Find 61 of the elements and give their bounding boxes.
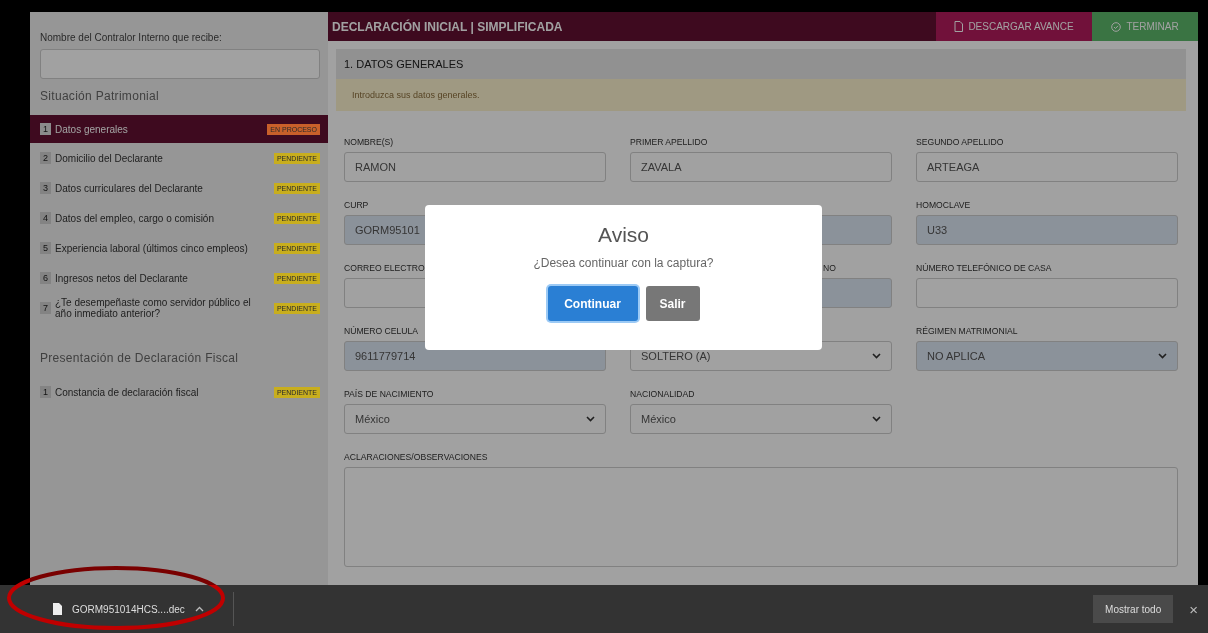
field-label: RÉGIMEN MATRIMONIAL (916, 326, 1018, 338)
step-label: Datos curriculares del Declarante (55, 182, 204, 194)
document-icon (954, 21, 964, 32)
caret-icon (194, 606, 204, 612)
step-label: Datos del empleo, cargo o comisión (55, 212, 215, 224)
input-field[interactable] (916, 278, 1178, 308)
select-field[interactable]: México (630, 404, 892, 434)
download-item[interactable]: GORM951014HCS....dec (53, 603, 233, 615)
textarea-field[interactable] (344, 467, 1178, 567)
step-number: 1 (40, 386, 51, 398)
receiver-input[interactable] (40, 49, 320, 79)
input-field[interactable]: RAMON (344, 152, 606, 182)
file-icon (53, 603, 62, 615)
step-number: 3 (40, 182, 51, 194)
field-label: CURP (344, 200, 369, 212)
download-button[interactable]: DESCARGAR AVANCE (936, 12, 1092, 41)
step-label: Constancia de declaración fiscal (55, 386, 200, 398)
chevron-icon (872, 416, 881, 422)
field-label: CORREO ELECTRO (344, 263, 425, 275)
show-all-button[interactable]: Mostrar todo (1093, 595, 1174, 623)
dialog-message: ¿Desea continuar con la captura? (533, 256, 714, 270)
step-label: Experiencia laboral (últimos cinco empleos) (55, 242, 249, 254)
receiver-label: Nombre del Contralor Interno que recibe: (40, 32, 223, 43)
close-button[interactable]: × (1183, 599, 1204, 619)
select-field[interactable]: México (344, 404, 606, 434)
continue-button[interactable]: Continuar (547, 286, 638, 321)
step-label: ¿Te desempeñaste como servidor público el año inmediato anterior? (55, 297, 252, 319)
step-label: Domicilio del Declarante (55, 152, 164, 164)
select-field[interactable]: NO APLICA (916, 341, 1178, 371)
exit-button[interactable]: Salir (645, 286, 700, 321)
field-label: NÚMERO CELULA (344, 326, 419, 338)
input-field[interactable]: ARTEAGA (916, 152, 1178, 182)
input-field[interactable]: ZAVALA (630, 152, 892, 182)
section-title: 1. DATOS GENERALES (344, 58, 464, 70)
step-number: 2 (40, 152, 51, 164)
step-label: Ingresos netos del Declarante (55, 272, 189, 284)
step-label: Datos generales (55, 123, 129, 135)
form-title: DECLARACIÓN INICIAL | SIMPLIFICADA (331, 19, 563, 34)
field-label: NÚMERO TELEFÓNICO DE CASA (916, 263, 1052, 275)
chevron-icon (1158, 353, 1167, 359)
field-label: HOMOCLAVE (916, 200, 971, 212)
field-label: NOMBRE(S) (344, 137, 394, 149)
chevron-icon (586, 416, 595, 422)
field-label: NO (823, 263, 836, 275)
field-label: NACIONALIDAD (630, 389, 695, 401)
input-field[interactable]: U33 (916, 215, 1178, 245)
section-heading: Presentación de Declaración Fiscal (40, 351, 240, 365)
step-number: 7 (40, 302, 51, 314)
notice-text: Introduzca sus datos generales. (352, 90, 480, 100)
step-number: 5 (40, 242, 51, 254)
chevron-icon (872, 353, 881, 359)
step-number: 6 (40, 272, 51, 284)
dialog-title: Aviso (598, 223, 649, 247)
step-number: 4 (40, 212, 51, 224)
field-label: SEGUNDO APELLIDO (916, 137, 1004, 149)
field-label: PAÍS DE NACIMIENTO (344, 389, 434, 401)
section-heading: Situación Patrimonial (40, 89, 161, 103)
check-circle-icon (1111, 21, 1122, 32)
field-label: ACLARACIONES/OBSERVACIONES (344, 452, 488, 464)
field-label: PRIMER APELLIDO (630, 137, 708, 149)
step-number: 1 (40, 123, 51, 135)
